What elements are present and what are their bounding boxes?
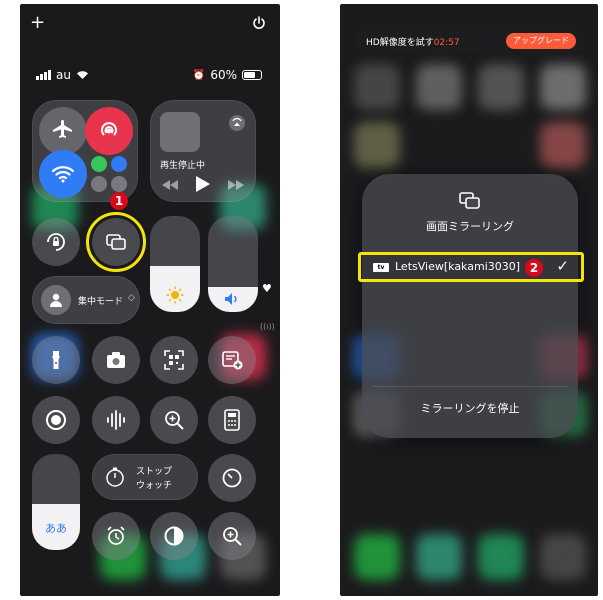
battery-percent: 60% <box>210 68 237 82</box>
quick-note-button[interactable] <box>208 336 256 384</box>
stopwatch-label-line1: ストップ <box>136 467 173 477</box>
control-center-screen: + au ⏰ 60% 再生停止中 1 ♥ ((ı)) 集中モード ◇ ああ スト… <box>20 4 280 596</box>
alarm-clock-icon <box>107 526 125 545</box>
heart-icon: ♥ <box>262 282 272 295</box>
volume-slider[interactable] <box>208 216 258 312</box>
calculator-icon <box>224 409 240 431</box>
calculator-button[interactable] <box>208 396 256 444</box>
camera-button[interactable] <box>92 336 140 384</box>
battery-icon <box>242 70 262 80</box>
lock-rotation-icon <box>47 233 65 251</box>
panel-divider <box>372 386 568 387</box>
hd-trial-banner: HD解像度を試す02:57 アップグレード <box>354 30 584 52</box>
airplane-mode-toggle[interactable] <box>39 107 87 155</box>
speaker-icon <box>225 293 237 305</box>
text-size-slider[interactable]: ああ <box>32 454 80 550</box>
album-art <box>160 112 200 152</box>
signal-bars-icon <box>36 70 51 80</box>
hd-trial-text: HD解像度を試す02:57 <box>366 35 460 48</box>
person-icon <box>41 285 71 315</box>
voice-memo-button[interactable] <box>92 396 140 444</box>
note-add-icon <box>222 351 243 370</box>
camera-icon <box>107 352 125 368</box>
alarm-button[interactable] <box>92 512 140 560</box>
device-name: LetsView[kakami3030] <box>395 260 521 273</box>
screen-mirroring-panel: 画面ミラーリング tv LetsView[kakami3030] 2 ✓ ミラー… <box>358 174 584 438</box>
brightness-icon <box>166 286 184 304</box>
timer-button[interactable] <box>208 454 256 502</box>
stopwatch-button[interactable]: ストップ ウォッチ <box>92 454 198 500</box>
focus-mode-button[interactable]: 集中モード ◇ <box>32 276 140 324</box>
airdrop-icon <box>101 122 117 136</box>
waveform-icon <box>107 410 125 430</box>
airdrop-toggle[interactable] <box>85 107 133 155</box>
stop-mirroring-button[interactable]: ミラーリングを停止 <box>362 400 578 416</box>
screen-record-button[interactable] <box>32 396 80 444</box>
checkmark-icon: ✓ <box>556 257 569 275</box>
play-icon[interactable] <box>196 176 210 192</box>
screen-mirroring-screen: HD解像度を試す02:57 アップグレード 画面ミラーリング tv LetsVi… <box>340 4 598 596</box>
apple-tv-icon: tv <box>373 263 389 272</box>
bluetooth-toggle[interactable] <box>111 156 127 172</box>
rewind-icon[interactable] <box>162 180 178 190</box>
chevron-icon: ◇ <box>128 293 135 303</box>
wifi-icon <box>51 166 75 183</box>
wifi-status-icon <box>76 71 88 79</box>
power-icon[interactable] <box>252 16 266 30</box>
wifi-toggle[interactable] <box>39 150 87 198</box>
magnifier-icon <box>165 411 184 430</box>
dark-mode-button[interactable] <box>150 512 198 560</box>
zoom-button[interactable] <box>208 512 256 560</box>
fast-forward-icon[interactable] <box>228 180 244 190</box>
vpn-toggle[interactable] <box>111 176 127 192</box>
dark-mode-icon <box>164 526 184 546</box>
magnifier-button[interactable] <box>150 396 198 444</box>
flashlight-button[interactable] <box>32 336 80 384</box>
upgrade-button[interactable]: アップグレード <box>506 33 576 49</box>
screen-mirroring-icon <box>459 192 480 209</box>
airplane-icon <box>53 120 72 138</box>
mirroring-device-row[interactable]: tv LetsView[kakami3030] 2 ✓ <box>358 252 584 282</box>
status-bar: au ⏰ 60% <box>20 66 280 86</box>
carrier-name: au <box>56 68 71 82</box>
qr-scanner-button[interactable] <box>150 336 198 384</box>
hd-trial-timer: 02:57 <box>433 38 460 48</box>
record-icon <box>46 410 66 430</box>
stopwatch-label-line2: ウォッチ <box>136 481 173 491</box>
playback-status: 再生停止中 <box>160 161 206 171</box>
text-size-label: ああ <box>45 522 67 535</box>
add-control-button[interactable]: + <box>30 12 45 34</box>
hd-trial-label: HD解像度を試す <box>366 38 434 48</box>
zoom-icon <box>223 527 242 546</box>
step-badge-2: 2 <box>525 259 543 277</box>
signal-icon: ((ı)) <box>260 322 275 331</box>
alarm-icon: ⏰ <box>192 69 206 81</box>
qr-code-icon <box>164 350 184 370</box>
hotspot-toggle[interactable] <box>91 176 107 192</box>
media-player-tile[interactable]: 再生停止中 <box>150 100 256 202</box>
focus-mode-label: 集中モード <box>78 297 124 307</box>
cellular-toggle[interactable] <box>91 156 107 172</box>
flashlight-icon <box>52 351 60 369</box>
panel-title: 画面ミラーリング <box>426 220 514 233</box>
airplay-icon[interactable] <box>228 114 246 132</box>
stopwatch-icon <box>106 467 124 487</box>
brightness-slider[interactable] <box>150 216 200 312</box>
orientation-lock-toggle[interactable] <box>32 218 80 266</box>
step-badge-1: 1 <box>110 192 128 210</box>
timer-icon <box>222 468 242 488</box>
connectivity-tile <box>32 100 138 202</box>
mirroring-highlight-ring <box>86 212 146 272</box>
